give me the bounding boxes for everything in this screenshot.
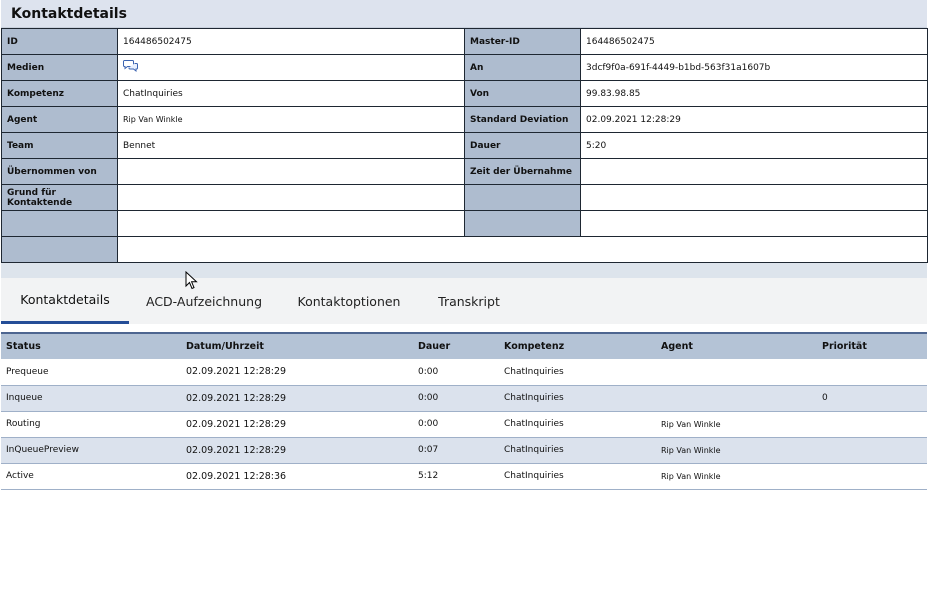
cell-status: InQueuePreview [1, 437, 181, 464]
detail-label: Team [1, 132, 118, 159]
detail-value [580, 210, 928, 237]
cell-status: Routing [1, 411, 181, 438]
cell-priority [817, 359, 927, 386]
cell-datetime: 02.09.2021 12:28:29 [181, 359, 413, 386]
tab-spacer [1, 324, 927, 332]
detail-value: 5:20 [580, 132, 928, 159]
detail-value [117, 210, 465, 237]
detail-value: 164486502475 [580, 28, 928, 55]
detail-label: ID [1, 28, 118, 55]
detail-label [464, 184, 581, 211]
cell-status: Prequeue [1, 359, 181, 386]
tab-kontaktdetails[interactable]: Kontaktdetails [1, 278, 129, 324]
tab-bar: Kontaktdetails ACD-Aufzeichnung Kontakto… [1, 278, 927, 324]
detail-value [117, 158, 465, 185]
detail-row: Kompetenz ChatInquiries Von 99.83.98.85 [1, 80, 928, 107]
cell-agent: Rip Van Winkle [649, 411, 817, 438]
detail-label [464, 210, 581, 237]
column-header-skill[interactable]: Kompetenz [499, 333, 649, 359]
column-header-duration[interactable]: Dauer [413, 333, 499, 359]
column-header-agent[interactable]: Agent [649, 333, 817, 359]
cell-agent: Rip Van Winkle [649, 437, 817, 464]
detail-value [117, 184, 465, 211]
detail-label [1, 210, 118, 237]
detail-label: Übernommen von [1, 158, 118, 185]
cell-priority: 0 [817, 385, 927, 412]
cell-datetime: 02.09.2021 12:28:29 [181, 437, 413, 464]
detail-value [580, 184, 928, 211]
page-title: Kontaktdetails [11, 5, 127, 22]
status-history-table: Status Datum/Uhrzeit Dauer Kompetenz Age… [1, 332, 927, 490]
detail-row: Medien An 3dcf9f0a-691f-4449-b1bd-563f31… [1, 54, 928, 81]
mouse-pointer-icon [185, 271, 198, 290]
cell-duration: 0:07 [413, 437, 499, 464]
cell-priority [817, 463, 927, 490]
cell-skill: ChatInquiries [499, 359, 649, 386]
column-header-datetime[interactable]: Datum/Uhrzeit [181, 333, 413, 359]
table-row[interactable]: Routing 02.09.2021 12:28:29 0:00 ChatInq… [1, 411, 927, 438]
detail-value: Bennet [117, 132, 465, 159]
detail-label: Dauer [464, 132, 581, 159]
detail-row: Agent Rip Van Winkle Standard Deviation … [1, 106, 928, 133]
detail-label: Von [464, 80, 581, 107]
detail-value-wide [117, 236, 928, 263]
cell-skill: ChatInquiries [499, 463, 649, 490]
cell-skill: ChatInquiries [499, 385, 649, 412]
cell-skill: ChatInquiries [499, 437, 649, 464]
tab-kontaktoptionen[interactable]: Kontaktoptionen [279, 278, 419, 324]
detail-value: Rip Van Winkle [117, 106, 465, 133]
cell-duration: 0:00 [413, 385, 499, 412]
table-header-row: Status Datum/Uhrzeit Dauer Kompetenz Age… [1, 333, 927, 359]
cell-status: Inqueue [1, 385, 181, 412]
detail-label: Standard Deviation [464, 106, 581, 133]
tab-transkript[interactable]: Transkript [419, 278, 519, 324]
detail-label: An [464, 54, 581, 81]
tab-acd-aufzeichnung[interactable]: ACD-Aufzeichnung [129, 278, 279, 324]
detail-value: 99.83.98.85 [580, 80, 928, 107]
detail-label: Agent [1, 106, 118, 133]
table-row[interactable]: Inqueue 02.09.2021 12:28:29 0:00 ChatInq… [1, 385, 927, 412]
chat-bubbles-icon[interactable] [123, 59, 139, 76]
detail-row: Grund für Kontaktende [1, 184, 928, 211]
cell-duration: 0:00 [413, 411, 499, 438]
detail-row [1, 210, 928, 237]
detail-label: Medien [1, 54, 118, 81]
detail-value: 3dcf9f0a-691f-4449-b1bd-563f31a1607b [580, 54, 928, 81]
title-bar: Kontaktdetails [1, 0, 927, 28]
table-row[interactable]: InQueuePreview 02.09.2021 12:28:29 0:07 … [1, 437, 927, 464]
detail-value: 164486502475 [117, 28, 465, 55]
detail-value-media [117, 54, 465, 81]
detail-label: Master-ID [464, 28, 581, 55]
contact-details-table: ID 164486502475 Master-ID 164486502475 M… [1, 28, 928, 263]
cell-datetime: 02.09.2021 12:28:29 [181, 411, 413, 438]
cell-agent [649, 359, 817, 386]
cell-status: Active [1, 463, 181, 490]
contact-details-page: Kontaktdetails ID 164486502475 Master-ID… [1, 0, 928, 490]
detail-label: Grund für Kontaktende [1, 184, 118, 211]
table-row[interactable]: Active 02.09.2021 12:28:36 5:12 ChatInqu… [1, 463, 927, 490]
cell-agent: Rip Van Winkle [649, 463, 817, 490]
section-gap [1, 263, 927, 278]
cell-datetime: 02.09.2021 12:28:29 [181, 385, 413, 412]
cell-duration: 5:12 [413, 463, 499, 490]
detail-value: 02.09.2021 12:28:29 [580, 106, 928, 133]
cell-priority [817, 437, 927, 464]
detail-value: ChatInquiries [117, 80, 465, 107]
column-header-status[interactable]: Status [1, 333, 181, 359]
detail-label: Zeit der Übernahme [464, 158, 581, 185]
cell-priority [817, 411, 927, 438]
detail-label: Kompetenz [1, 80, 118, 107]
detail-row [1, 236, 928, 263]
detail-row: ID 164486502475 Master-ID 164486502475 [1, 28, 928, 55]
cell-datetime: 02.09.2021 12:28:36 [181, 463, 413, 490]
detail-value [580, 158, 928, 185]
detail-row: Team Bennet Dauer 5:20 [1, 132, 928, 159]
cell-skill: ChatInquiries [499, 411, 649, 438]
table-row[interactable]: Prequeue 02.09.2021 12:28:29 0:00 ChatIn… [1, 359, 927, 386]
detail-label [1, 236, 118, 263]
cell-duration: 0:00 [413, 359, 499, 386]
column-header-priority[interactable]: Priorität [817, 333, 927, 359]
cell-agent [649, 385, 817, 412]
detail-row: Übernommen von Zeit der Übernahme [1, 158, 928, 185]
